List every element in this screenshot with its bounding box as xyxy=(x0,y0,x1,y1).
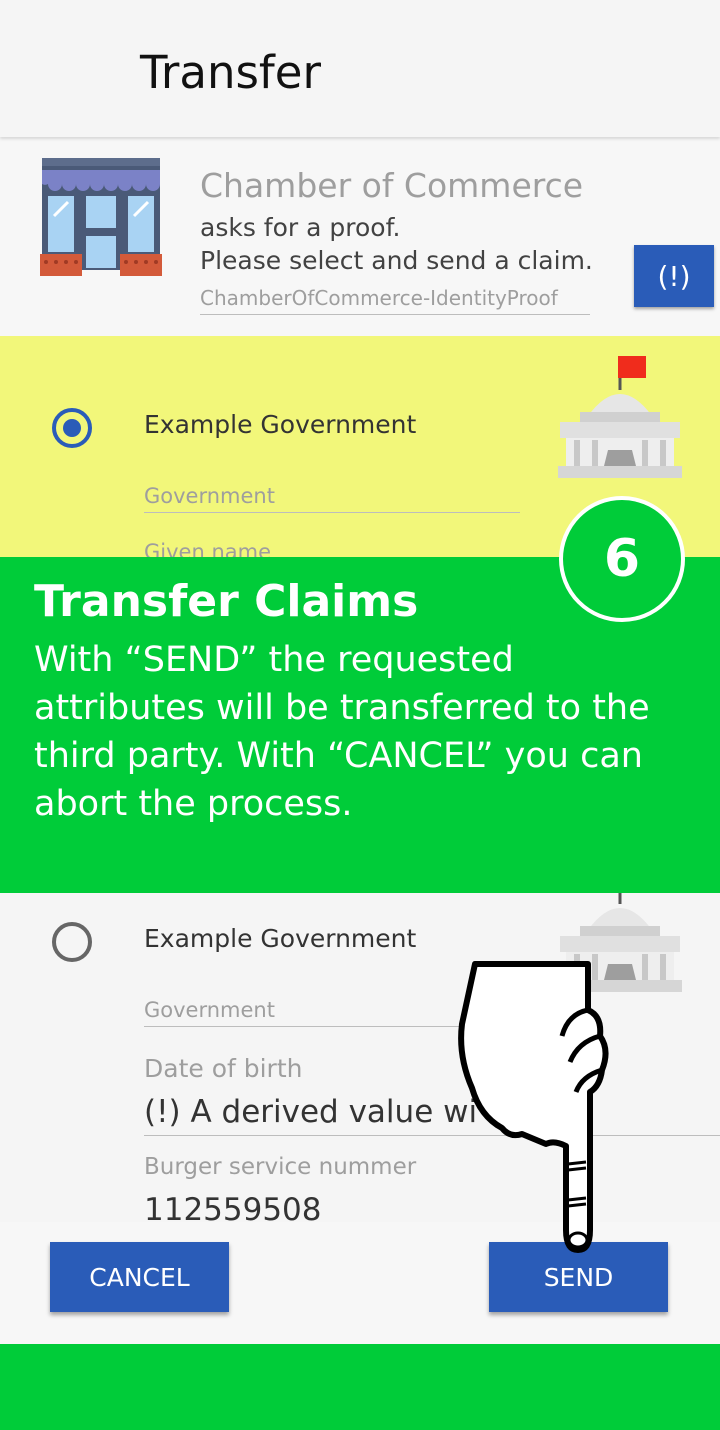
field-underline xyxy=(144,1135,720,1136)
requester-name: Chamber of Commerce xyxy=(200,166,584,205)
claim-field-label: Date of birth xyxy=(144,1054,303,1083)
app-bar: Transfer xyxy=(0,0,720,137)
government-building-icon xyxy=(558,356,682,478)
request-instruction: Please select and send a claim. xyxy=(200,246,593,275)
field-underline xyxy=(144,512,520,513)
request-description: asks for a proof. xyxy=(200,213,401,242)
claim-issuer: Example Government xyxy=(144,924,417,953)
cancel-button[interactable]: CANCEL xyxy=(50,1242,229,1312)
info-button[interactable]: (!) xyxy=(634,245,714,307)
claim-field-label: Burger service nummer xyxy=(144,1154,417,1180)
page-title: Transfer xyxy=(140,46,321,99)
claim-field-value: 112559508 xyxy=(144,1192,322,1222)
pointing-hand-icon xyxy=(458,961,609,1253)
tutorial-title: Transfer Claims xyxy=(34,576,419,627)
step-badge: 6 xyxy=(559,496,685,622)
claim-field-label: Government xyxy=(144,484,275,508)
claim-radio[interactable] xyxy=(52,922,92,962)
tutorial-bottom-band xyxy=(0,1344,720,1430)
claim-issuer: Example Government xyxy=(144,410,417,439)
storefront-icon xyxy=(40,158,162,276)
proof-id-field: ChamberOfCommerce-IdentityProof xyxy=(200,286,590,315)
claim-radio-selected[interactable] xyxy=(52,408,92,448)
claim-field-label: Government xyxy=(144,998,275,1022)
tutorial-text: With “SEND” the requested attributes wil… xyxy=(34,640,650,824)
